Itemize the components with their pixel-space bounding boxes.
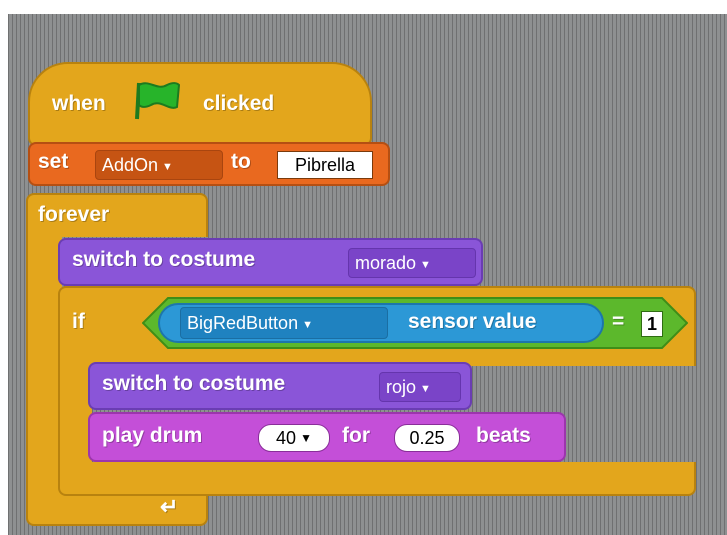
equals-sign: = (612, 310, 625, 333)
forever-arm (26, 230, 62, 500)
chevron-down-icon: ▼ (420, 382, 431, 395)
hat-label-when: when (52, 92, 106, 115)
green-flag-icon (135, 82, 181, 120)
frame-top (0, 0, 727, 14)
drum-dropdown-value: 40 (276, 427, 297, 448)
sensor-dropdown-value: BigRedButton (187, 312, 299, 333)
variable-dropdown[interactable]: AddOn ▼ (95, 150, 223, 180)
compare-value-field[interactable]: 1 (641, 311, 663, 337)
frame-left (0, 0, 8, 535)
if-bottom (58, 462, 696, 496)
switch-costume-label-2: switch to costume (102, 372, 286, 395)
beats-label: beats (476, 424, 531, 447)
play-drum-label: play drum (102, 424, 203, 447)
loop-arrow-icon: ↵ (160, 494, 179, 519)
variable-dropdown-value: AddOn (102, 154, 159, 175)
sensor-dropdown[interactable]: BigRedButton ▼ (180, 307, 388, 339)
switch-costume-label-1: switch to costume (72, 248, 256, 271)
chevron-down-icon: ▼ (420, 258, 431, 271)
chevron-down-icon: ▼ (302, 318, 313, 331)
beats-field[interactable]: 0.25 (394, 424, 460, 452)
if-arm (58, 360, 92, 470)
if-label: if (72, 310, 85, 333)
drum-for-label: for (342, 424, 370, 447)
set-value-field[interactable]: Pibrella (277, 151, 373, 179)
costume-dropdown-1[interactable]: morado ▼ (348, 248, 476, 278)
set-to-label: to (231, 150, 251, 173)
chevron-down-icon: ▼ (162, 160, 173, 173)
forever-label: forever (38, 203, 110, 226)
costume-dropdown-2[interactable]: rojo ▼ (379, 372, 461, 402)
costume-dropdown-1-value: morado (355, 252, 417, 273)
costume-dropdown-2-value: rojo (386, 376, 417, 397)
chevron-down-icon: ▼ (300, 431, 312, 445)
forever-bottom (26, 492, 208, 526)
sensor-value-label: sensor value (408, 310, 537, 333)
hat-label-clicked: clicked (203, 92, 275, 115)
set-label: set (38, 150, 69, 173)
drum-dropdown[interactable]: 40 ▼ (258, 424, 330, 452)
